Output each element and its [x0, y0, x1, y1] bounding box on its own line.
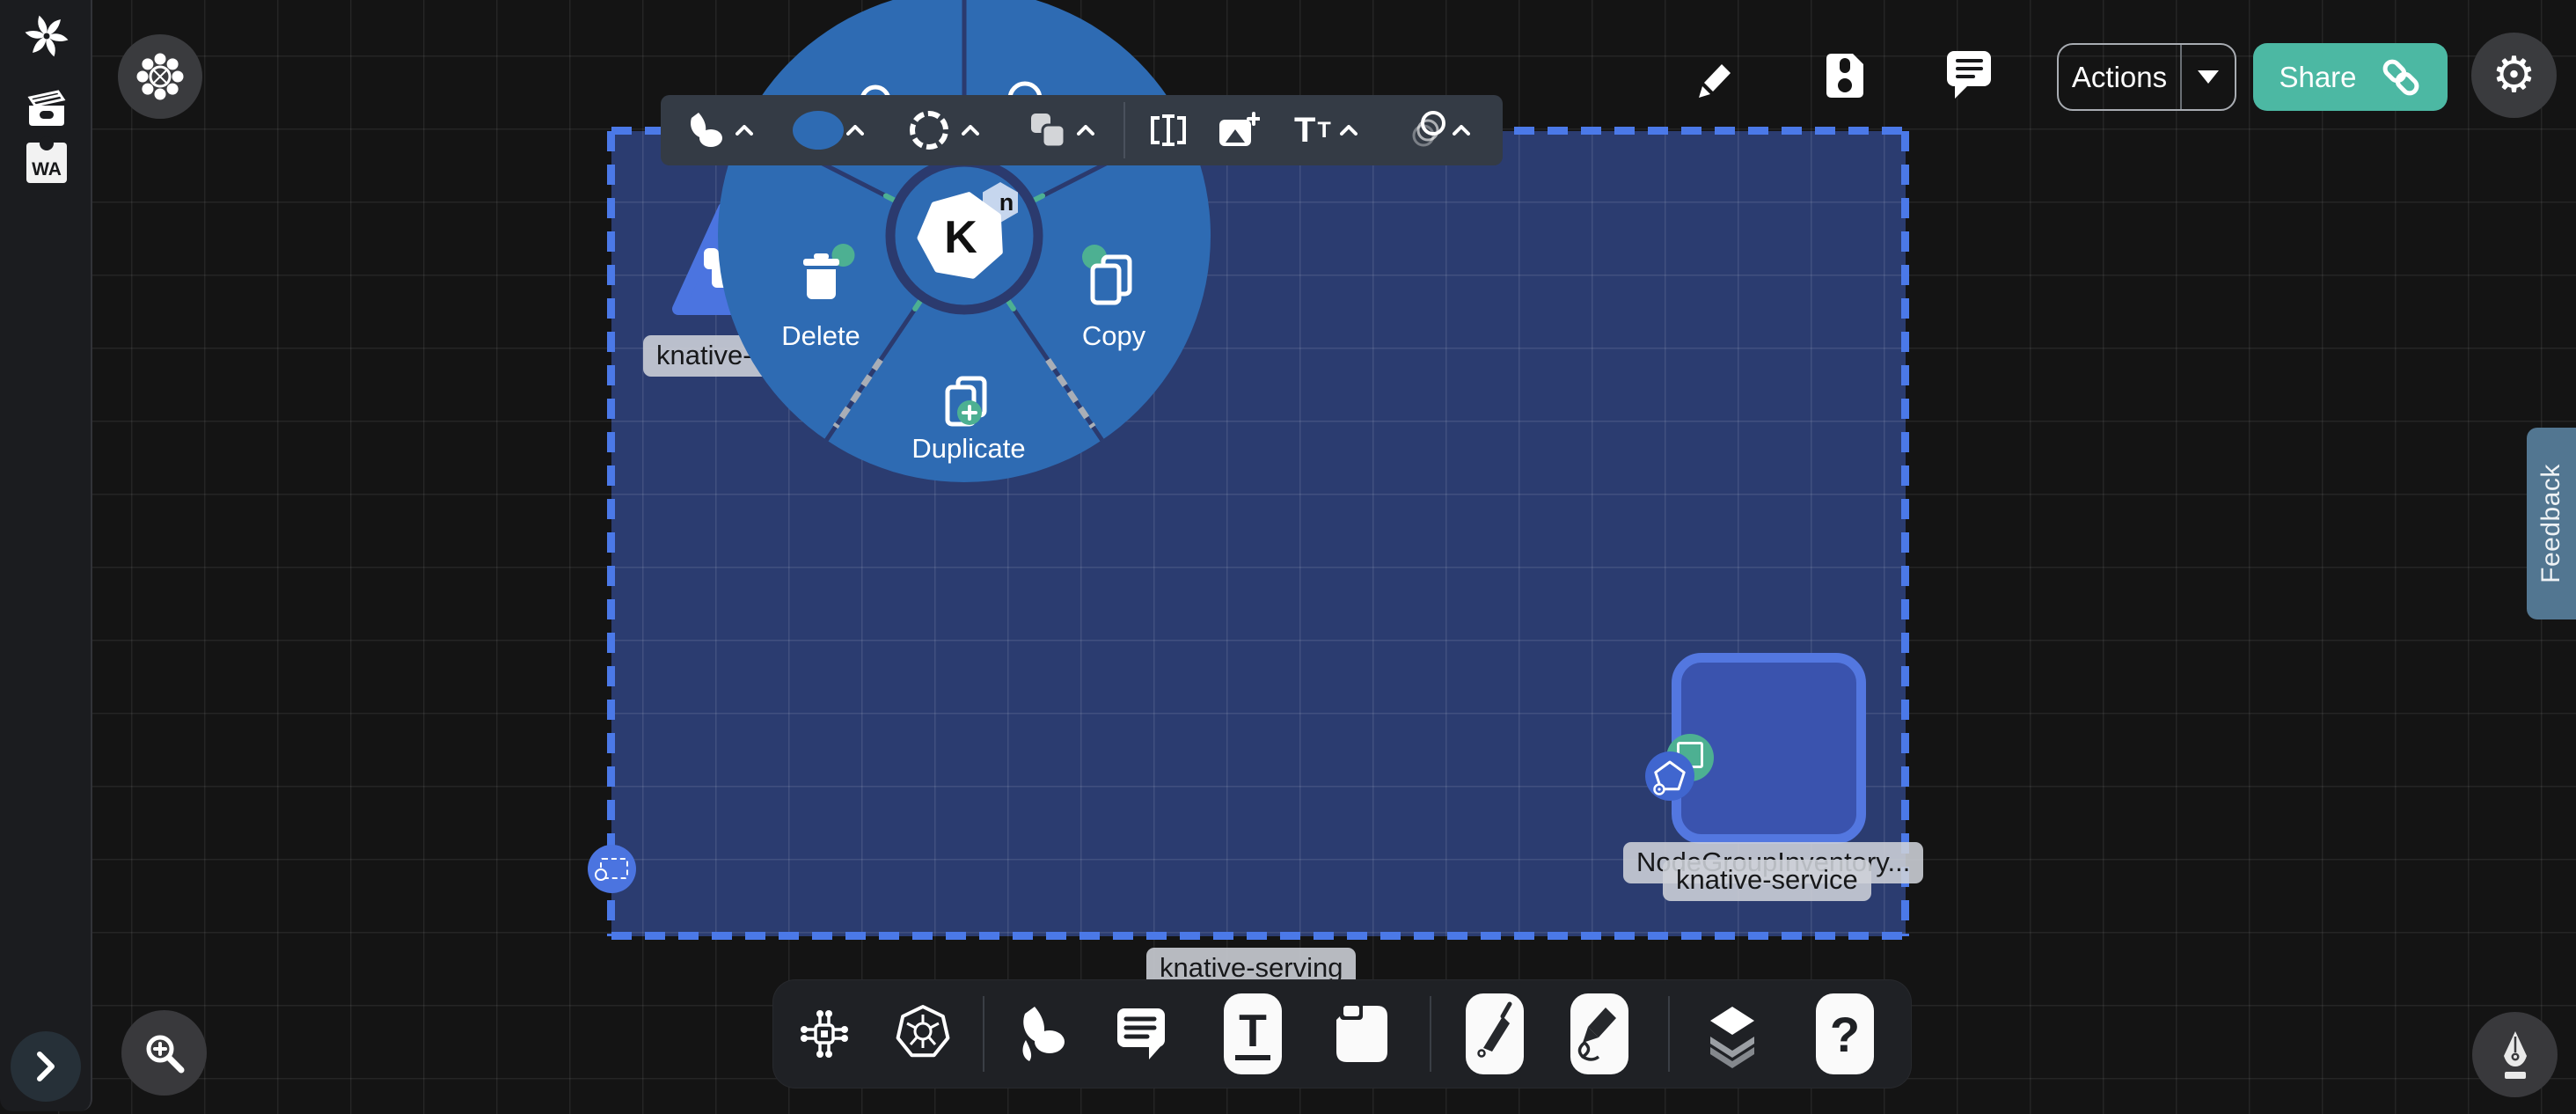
zoom-in-icon — [142, 1030, 187, 1076]
pen-tool-button[interactable] — [2472, 1012, 2558, 1097]
text-format-chevron[interactable] — [1340, 95, 1358, 165]
opacity-circles-icon — [1407, 109, 1449, 151]
comment-icon — [1116, 1007, 1167, 1061]
tool-help[interactable]: ? — [1810, 980, 1880, 1088]
radial-context-menu: Delete Copy Duplicate K n — [700, 0, 1228, 500]
tool-layers[interactable] — [1697, 980, 1767, 1088]
toolbar-divider — [983, 996, 984, 1072]
save-icon[interactable] — [1826, 53, 1865, 99]
selection-border-right[interactable] — [1901, 131, 1909, 936]
connector-network-icon — [796, 1006, 853, 1062]
pencil-tool-button — [1570, 993, 1628, 1074]
node-label[interactable]: knative-service — [1663, 860, 1871, 901]
shape-style-chevron[interactable] — [735, 95, 753, 165]
knife-tool-button — [1466, 993, 1524, 1074]
layers-icon — [1703, 1000, 1761, 1068]
cluster-flower-icon — [134, 50, 187, 103]
resize-width-icon — [1148, 112, 1189, 149]
caret-down-icon — [2198, 70, 2219, 84]
share-button[interactable]: Share — [2253, 43, 2448, 111]
frame-icon — [1333, 993, 1391, 1074]
pentagon-badge[interactable] — [1645, 751, 1694, 801]
tool-pencil[interactable] — [1564, 980, 1635, 1088]
shapes-icon — [682, 109, 724, 151]
expand-sidebar-button[interactable] — [11, 1031, 81, 1102]
opacity-button[interactable] — [1407, 95, 1449, 165]
tool-comment[interactable] — [1106, 980, 1176, 1088]
group-copy-button[interactable] — [1028, 95, 1068, 165]
shapes-icon — [1014, 1005, 1068, 1063]
radial-center[interactable]: K n — [890, 162, 1038, 310]
pen-nib-icon — [2493, 1030, 2537, 1081]
pentagon-icon — [1645, 751, 1694, 801]
cluster-button[interactable] — [118, 34, 202, 119]
feedback-tab[interactable]: Feedback — [2527, 428, 2576, 619]
tool-frame[interactable] — [1327, 980, 1397, 1088]
gear-icon: ⚙ — [2492, 51, 2536, 100]
svg-text:Delete: Delete — [781, 320, 860, 351]
shape-style-button[interactable] — [682, 95, 724, 165]
marquee-anchor-icon — [595, 868, 607, 881]
svg-text:Duplicate: Duplicate — [911, 433, 1025, 464]
stroke-style-button[interactable] — [910, 95, 948, 165]
left-sidebar: WA — [0, 0, 92, 1111]
bottom-toolbar: T — [772, 979, 1912, 1088]
tool-shapes[interactable] — [1006, 980, 1076, 1088]
trash-icon — [803, 253, 839, 299]
add-image-icon — [1218, 111, 1260, 150]
toolbar-divider — [1123, 102, 1125, 158]
settings-button[interactable]: ⚙ — [2471, 33, 2557, 118]
isoflow-logo-icon[interactable] — [25, 14, 69, 58]
tool-text[interactable]: T — [1218, 980, 1288, 1088]
toolbar-divider — [1668, 996, 1670, 1072]
help-button: ? — [1816, 993, 1874, 1074]
fill-color-chevron[interactable] — [846, 95, 864, 165]
stroke-style-chevron[interactable] — [962, 95, 979, 165]
selection-format-toolbar: TT — [661, 95, 1503, 165]
selection-border-left[interactable] — [607, 131, 615, 936]
comments-icon[interactable] — [1946, 50, 1992, 99]
dashed-circle-icon — [910, 111, 948, 150]
tool-knife[interactable] — [1460, 980, 1530, 1088]
tool-kubernetes[interactable] — [888, 980, 958, 1088]
add-image-button[interactable] — [1218, 95, 1260, 165]
resize-width-button[interactable] — [1148, 95, 1189, 165]
group-copy-chevron[interactable] — [1077, 95, 1094, 165]
actions-label: Actions — [2059, 61, 2180, 94]
chevron-right-icon — [36, 1051, 55, 1082]
actions-button[interactable]: Actions — [2057, 43, 2236, 111]
share-label: Share — [2279, 61, 2356, 94]
pencil-swirl-icon — [1570, 993, 1628, 1074]
group-copy-icon — [1028, 110, 1068, 150]
svg-text:K: K — [944, 212, 977, 263]
tool-connector-network[interactable] — [789, 980, 860, 1088]
archive-box-icon[interactable] — [23, 83, 69, 128]
svg-text:n: n — [999, 189, 1014, 216]
kubernetes-icon — [894, 1003, 952, 1065]
selection-border-bottom[interactable] — [611, 932, 1906, 940]
zoom-in-button[interactable] — [121, 1010, 207, 1096]
fill-color-swatch[interactable] — [793, 95, 844, 165]
link-icon — [2380, 56, 2422, 99]
knife-icon — [1466, 993, 1524, 1074]
text-format-button[interactable]: TT — [1294, 95, 1331, 165]
opacity-chevron[interactable] — [1453, 95, 1470, 165]
selection-handle[interactable] — [588, 845, 636, 893]
edit-pencil-icon[interactable] — [1694, 51, 1738, 100]
actions-dropdown[interactable] — [2182, 70, 2235, 84]
webassembly-badge[interactable]: WA — [26, 143, 67, 183]
text-tool-button: T — [1224, 993, 1282, 1074]
toolbar-divider — [1430, 996, 1431, 1072]
svg-text:Copy: Copy — [1082, 320, 1146, 351]
